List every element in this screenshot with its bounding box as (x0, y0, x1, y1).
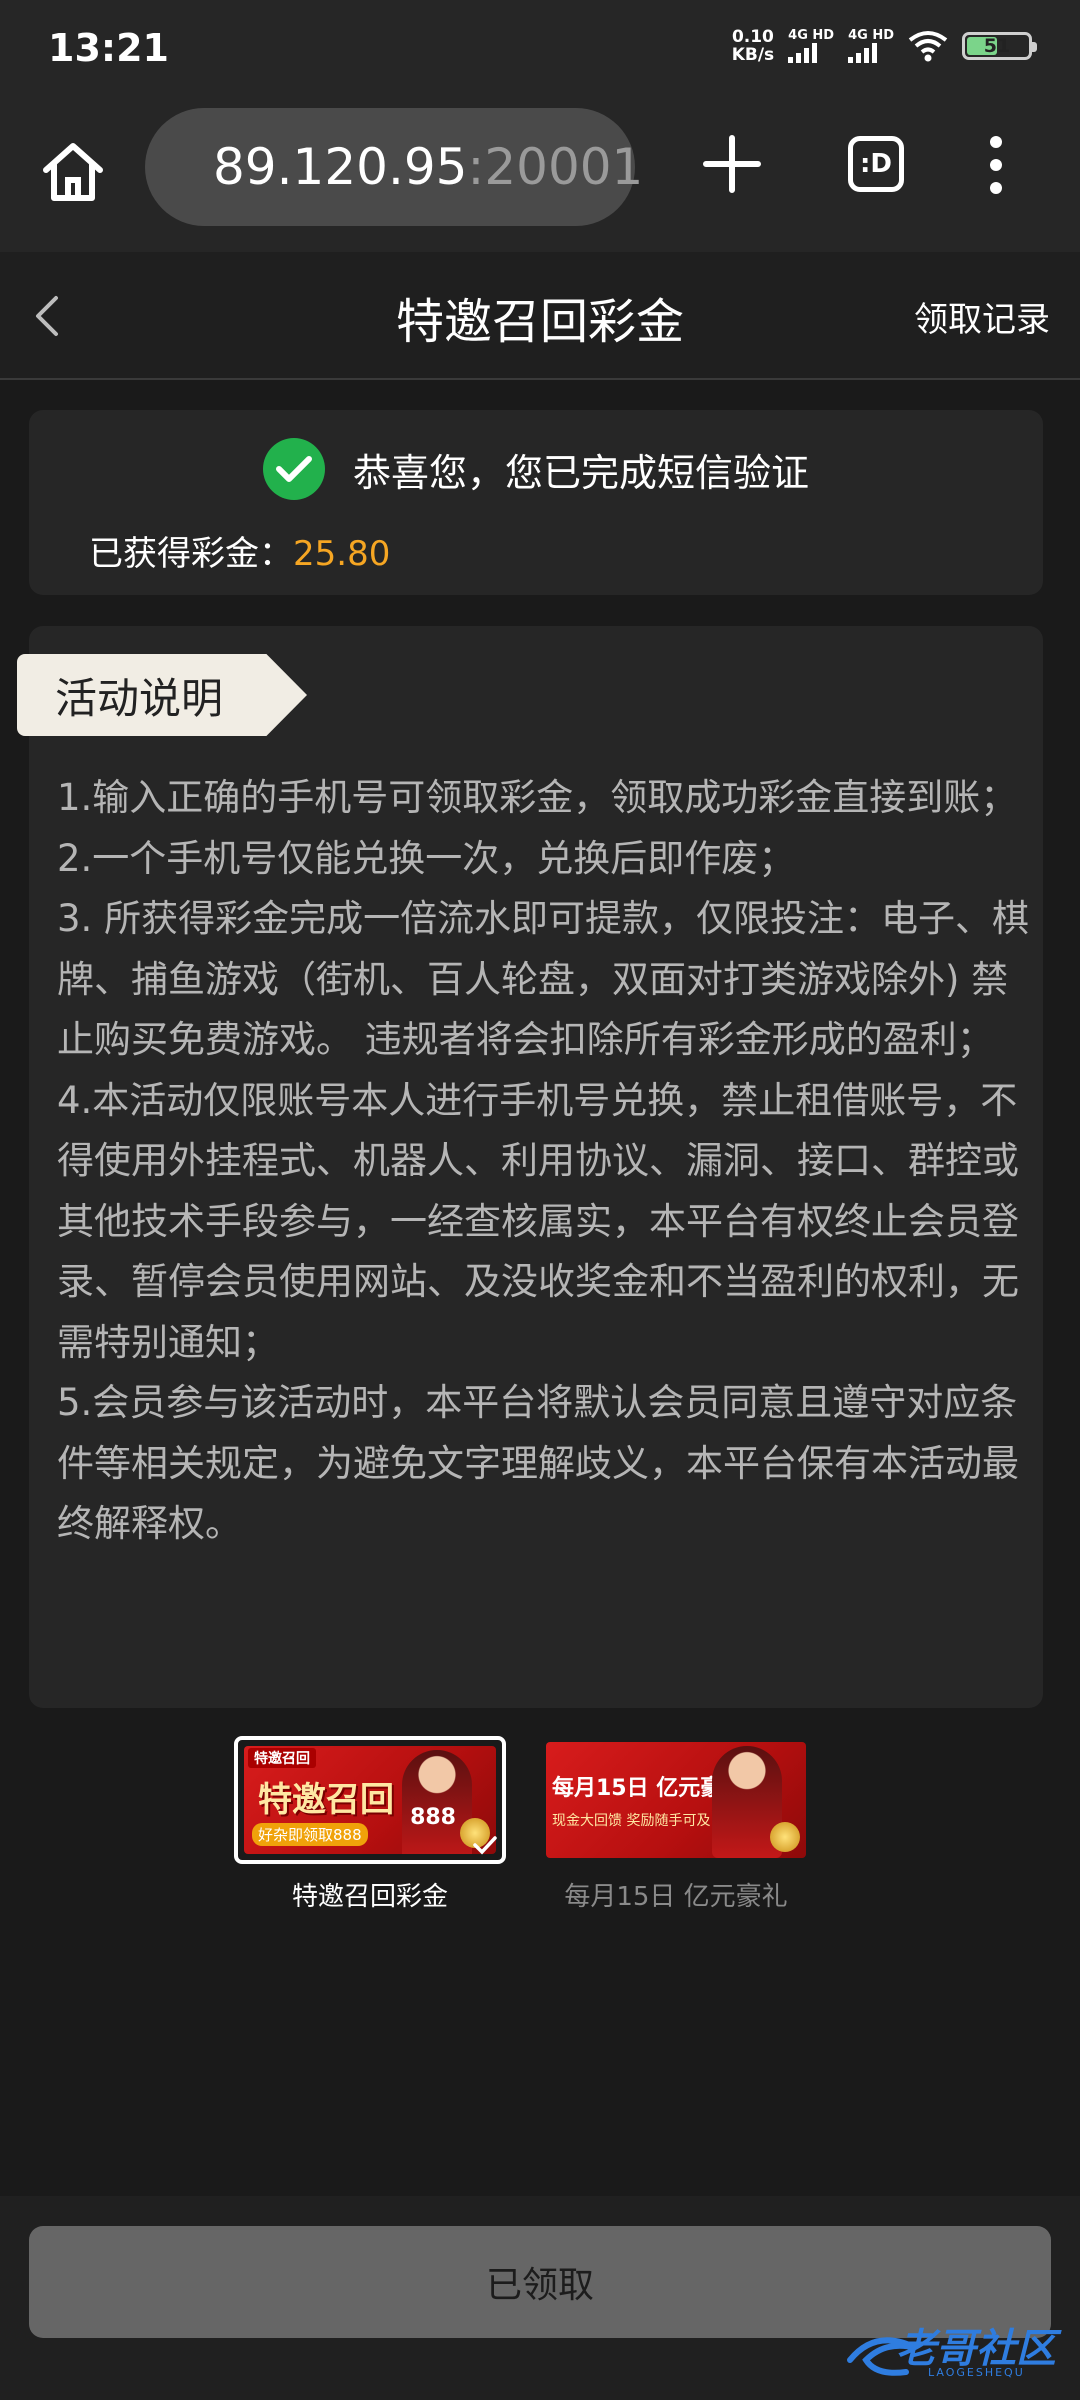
rule-item: 5.会员参与该活动时，本平台将默认会员同意且遵守对应条件等相关规定，为避免文字理… (57, 1381, 1019, 1545)
banner-image[interactable]: 每月15日 亿元豪礼 现金大回馈 奖励随手可及 (540, 1736, 812, 1864)
net-speed-unit: KB/s (731, 45, 775, 65)
banner-label: 每月15日 亿元豪礼 (564, 1882, 788, 1912)
signal-icon: 4G HD (848, 29, 894, 63)
coin-icon (770, 1822, 800, 1852)
promo-banner-recall[interactable]: 特邀召回 特邀召回 好杂即领取888 888 特邀召回彩金 (234, 1736, 506, 1913)
battery-icon: 51 (962, 32, 1037, 60)
home-icon[interactable] (38, 136, 108, 206)
net-speed-value: 0.10 (731, 27, 774, 47)
status-bar: 13:21 0.10 KB/s 4G HD 4G HD 51 (0, 0, 1080, 100)
verification-success-card: 恭喜您，您已完成短信验证 已获得彩金：25.80 (29, 410, 1043, 595)
bonus-row: 已获得彩金：25.80 (89, 526, 390, 575)
banner-image[interactable]: 特邀召回 特邀召回 好杂即领取888 888 (234, 1736, 506, 1864)
watermark-logo: 老哥社区 LAOGESHEQU (846, 2310, 1062, 2390)
wifi-icon (908, 31, 948, 62)
banner-title: 特邀召回 (258, 1780, 394, 1820)
sim1-label: 4G HD (788, 28, 835, 43)
activity-rules-card: 活动说明 1.输入正确的手机号可领取彩金，领取成功彩金直接到账； 2.一个手机号… (17, 626, 1043, 1708)
rule-item: 2.一个手机号仅能兑换一次，兑换后即作废； (57, 836, 796, 880)
check-circle-icon (262, 438, 325, 500)
plus-icon[interactable] (700, 132, 764, 196)
tabs-icon[interactable]: :D (848, 136, 904, 192)
status-icons: 0.10 KB/s 4G HD 4G HD 51 (732, 28, 1037, 64)
banner-small-tag: 特邀召回 (248, 1748, 316, 1768)
banner-number: 888 (410, 1805, 456, 1830)
activity-tag-label: 活动说明 (55, 673, 224, 723)
tabs-label: :D (860, 149, 892, 179)
address-bar[interactable]: 89.120.95:20001 (145, 108, 643, 226)
browser-toolbar: 89.120.95:20001 :D (0, 100, 1080, 252)
banner-subtitle: 现金大回馈 奖励随手可及 (552, 1813, 711, 1829)
watermark-sub: LAOGESHEQU (928, 2366, 1025, 2379)
activity-tag: 活动说明 (17, 654, 307, 736)
battery-percent: 51 (983, 35, 1011, 57)
rules-list: 1.输入正确的手机号可领取彩金，领取成功彩金直接到账； 2.一个手机号仅能兑换一… (57, 768, 1037, 1555)
page-header: 特邀召回彩金 领取记录 (0, 252, 1080, 380)
signal-icon: 4G HD (788, 29, 834, 63)
bonus-label: 已获得彩金： (89, 534, 293, 574)
status-time: 13:21 (48, 26, 169, 70)
rule-item: 4.本活动仅限账号本人进行手机号兑换，禁止租借账号，不得使用外挂程式、机器人、利… (57, 1078, 1019, 1364)
bonus-value: 25.80 (293, 534, 391, 574)
more-icon[interactable] (976, 130, 1016, 200)
rule-item: 1.输入正确的手机号可领取彩金，领取成功彩金直接到账； (57, 776, 1018, 819)
net-speed: 0.10 KB/s (732, 28, 774, 64)
promo-banner-list: 特邀召回 特邀召回 好杂即领取888 888 特邀召回彩金 每月15日 亿元豪礼… (234, 1736, 812, 1913)
url-port: :20001 (467, 138, 644, 196)
url-host: 89.120.95 (213, 138, 468, 196)
rule-item: 3. 所获得彩金完成一倍流水即可提款，仅限投注：电子、棋牌、捕鱼游戏（街机、百人… (57, 897, 1030, 1061)
sim2-label: 4G HD (848, 28, 894, 43)
records-link[interactable]: 领取记录 (914, 292, 1050, 341)
banner-label: 特邀召回彩金 (291, 1882, 448, 1912)
banner-subtitle: 好杂即领取888 (252, 1823, 368, 1846)
promo-banner-monthly[interactable]: 每月15日 亿元豪礼 现金大回馈 奖励随手可及 每月15日 亿元豪礼 (540, 1736, 812, 1913)
success-message: 恭喜您，您已完成短信验证 (352, 450, 809, 495)
selected-check-icon (473, 1836, 497, 1855)
